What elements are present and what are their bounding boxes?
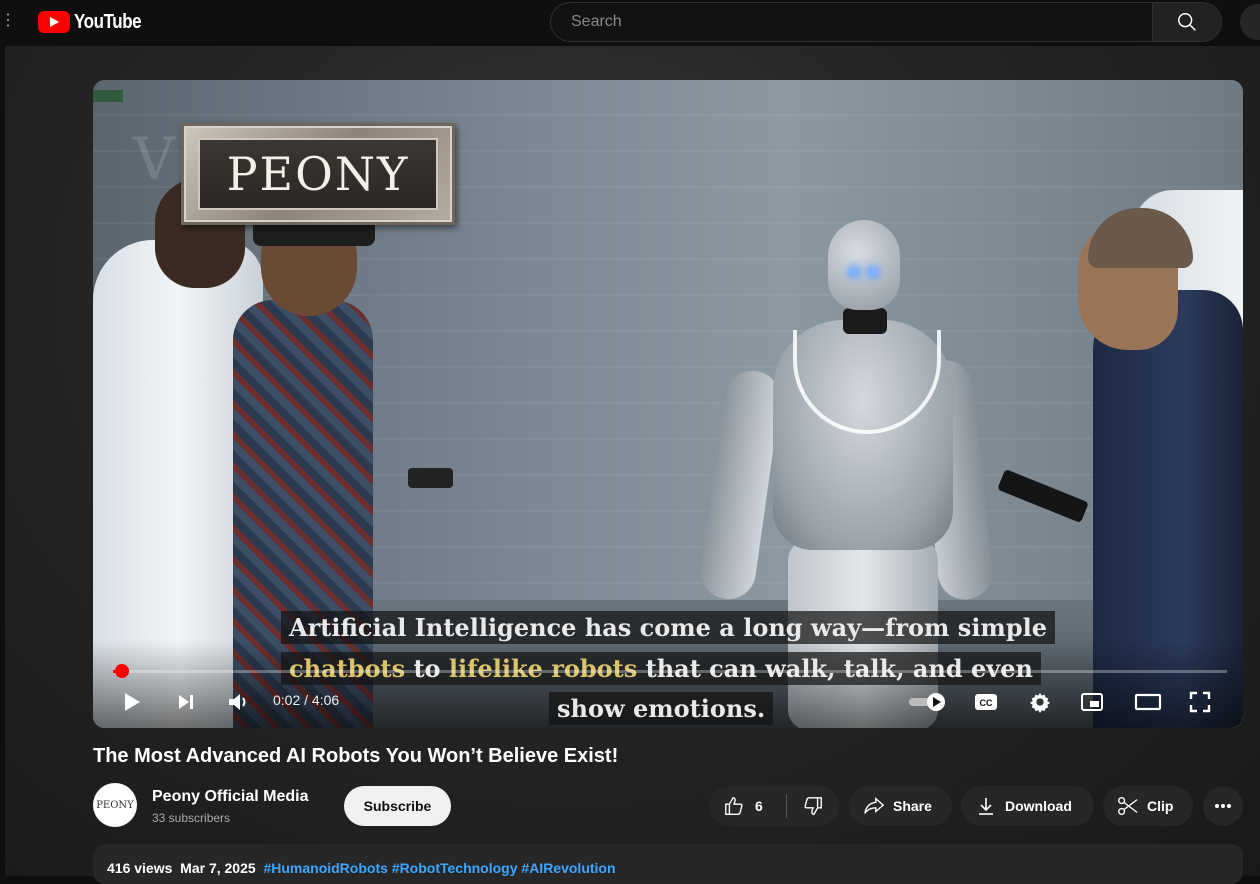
peony-overlay-text: PEONY — [226, 147, 410, 201]
robot-head — [828, 220, 900, 310]
search-input[interactable] — [569, 12, 1152, 32]
download-label: Download — [1005, 798, 1072, 814]
play-button[interactable] — [117, 687, 147, 717]
more-actions-button[interactable] — [1203, 786, 1243, 826]
youtube-logo[interactable]: YouTube — [38, 10, 153, 34]
description-meta: 416 views Mar 7, 2025 #HumanoidRobots #R… — [107, 860, 616, 876]
caption-text: to — [405, 654, 449, 683]
share-button[interactable]: Share — [849, 786, 952, 826]
play-icon — [125, 693, 140, 711]
menu-icon[interactable]: ⋮ — [0, 10, 16, 30]
volume-icon — [229, 694, 246, 710]
volume-button[interactable] — [223, 687, 255, 717]
more-dots-icon — [1215, 804, 1231, 808]
upload-date: Mar 7, 2025 — [180, 860, 256, 876]
caption-highlight: chatbots — [289, 654, 406, 683]
peony-overlay-logo: PEONY — [181, 123, 455, 225]
time-display: 0:02 / 4:06 — [273, 692, 340, 708]
logo-text: YouTube — [74, 10, 142, 33]
robot-eye — [869, 268, 877, 276]
channel-name[interactable]: Peony Official Media — [152, 788, 308, 806]
search-icon — [1178, 13, 1196, 31]
remote-controller — [408, 468, 453, 488]
download-button[interactable]: Download — [961, 786, 1094, 826]
scissors-icon — [1118, 796, 1138, 816]
download-icon — [979, 798, 993, 815]
autoplay-toggle-icon — [909, 693, 945, 711]
video-player[interactable]: VI H PEONY Artificial Intelligence has c… — [93, 80, 1243, 728]
channel-avatar[interactable]: PEONY — [93, 783, 137, 827]
progress-scrubber[interactable] — [114, 664, 129, 678]
robot-eye — [850, 268, 858, 276]
captions-icon: CC — [975, 694, 997, 710]
caption-text: that can walk, talk, and even — [637, 654, 1033, 683]
hashtags[interactable]: #HumanoidRobots #RobotTechnology #AIRevo… — [263, 860, 615, 876]
share-label: Share — [893, 798, 932, 814]
view-count: 416 views — [107, 860, 173, 876]
clip-label: Clip — [1147, 798, 1174, 814]
subscribe-button[interactable]: Subscribe — [344, 786, 451, 826]
theater-mode-button[interactable] — [1131, 687, 1165, 717]
like-button[interactable]: 6 — [709, 795, 786, 817]
svg-text:CC: CC — [980, 698, 993, 708]
miniplayer-icon — [1081, 693, 1103, 711]
fullscreen-button[interactable] — [1185, 687, 1215, 717]
fullscreen-icon — [1189, 691, 1211, 713]
next-button[interactable] — [171, 687, 201, 717]
like-count: 6 — [755, 798, 763, 814]
like-dislike-group: 6 — [709, 786, 839, 826]
caption-line-3: show emotions. — [549, 692, 774, 725]
caption-highlight: lifelike robots — [448, 654, 638, 683]
miniplayer-button[interactable] — [1077, 687, 1107, 717]
search-button[interactable] — [1152, 2, 1222, 42]
youtube-logo-icon — [38, 11, 70, 33]
autoplay-toggle[interactable] — [908, 689, 948, 715]
caption-line-2: chatbots to lifelike robots that can wal… — [281, 652, 1041, 685]
share-arrow-icon — [864, 797, 885, 814]
dislike-button[interactable] — [787, 795, 839, 817]
theater-mode-icon — [1134, 693, 1162, 711]
search-box[interactable] — [550, 2, 1152, 42]
subscriber-count: 33 subscribers — [152, 811, 231, 825]
exit-sign — [93, 90, 123, 102]
caption-line-1: Artificial Intelligence has come a long … — [281, 611, 1055, 644]
thumbs-down-icon — [804, 797, 822, 815]
thumbs-up-icon — [725, 797, 743, 815]
video-title: The Most Advanced AI Robots You Won’t Be… — [93, 745, 619, 767]
next-icon — [179, 695, 193, 709]
clip-button[interactable]: Clip — [1103, 786, 1193, 826]
progress-bar[interactable] — [113, 670, 1227, 673]
robot-neck — [843, 308, 887, 334]
captions-button[interactable]: CC — [971, 689, 1001, 715]
settings-button[interactable] — [1025, 687, 1055, 717]
settings-gear-icon — [1029, 692, 1051, 713]
